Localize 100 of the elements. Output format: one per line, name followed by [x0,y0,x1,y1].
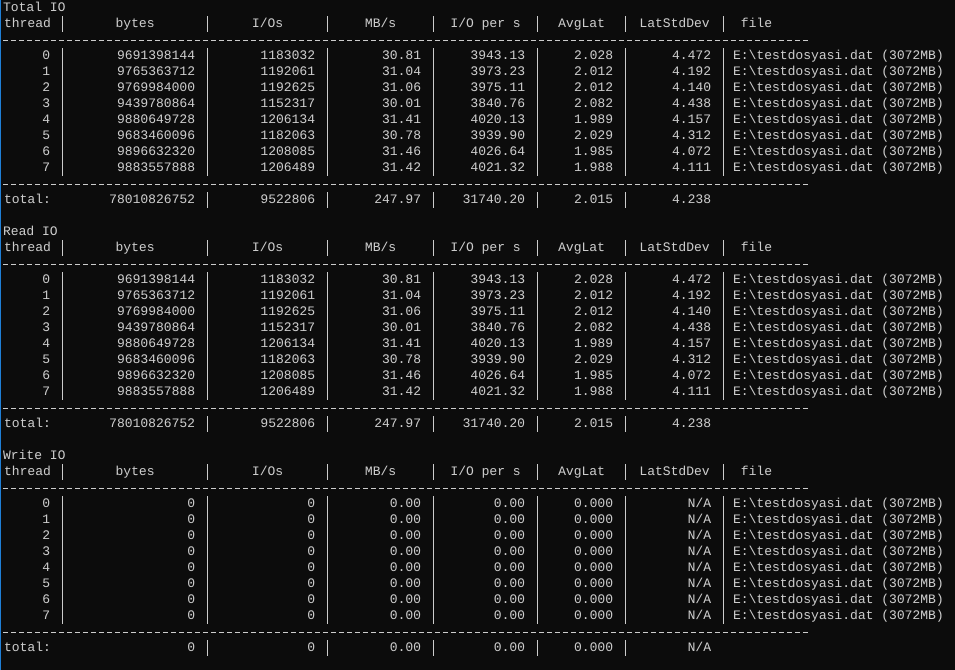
table-cell: 0 [207,512,327,528]
table-cell: E:\testdosyasi.dat (3072MB) [723,528,955,544]
table-cell: 2.012 [537,304,625,320]
table-cell: 1183032 [207,48,327,64]
column-header: I/Os [207,240,327,256]
table-cell: E:\testdosyasi.dat (3072MB) [723,160,955,176]
table-cell: 31.46 [327,144,433,160]
table-cell: 1183032 [207,272,327,288]
table-cell: 31.04 [327,288,433,304]
table-cell: E:\testdosyasi.dat (3072MB) [723,144,955,160]
column-header: MB/s [327,240,433,256]
table-cell-text: 2 [41,80,51,96]
total-cell: 4.238 [625,416,723,432]
table-cell: 30.81 [327,48,433,64]
table-cell: 2.082 [537,96,625,112]
table-cell: 2.012 [537,64,625,80]
table-cell: E:\testdosyasi.dat (3072MB) [723,80,955,96]
section-title: Total IO [3,0,66,16]
table-cell-text: 5 [41,128,51,144]
column-header: file [723,240,955,256]
table-cell: 1152317 [207,96,327,112]
column-header: I/O per s [433,464,537,480]
table-cell: 0 [62,608,207,624]
table-cell-text: 5 [41,352,51,368]
table-cell: 31.04 [327,64,433,80]
table-cell: 0 [62,544,207,560]
column-header: I/O per s [433,240,537,256]
column-header: bytes [62,464,207,480]
table-cell: 4021.32 [433,160,537,176]
table-cell: 0 [207,592,327,608]
table-cell: 4.111 [625,384,723,400]
total-cell: 0.000 [537,640,625,656]
table-cell: E:\testdosyasi.dat (3072MB) [723,576,955,592]
table-cell: 30.78 [327,128,433,144]
total-cell-text: 0 [186,640,196,656]
table-cell: 0 [207,496,327,512]
total-cell: 2.015 [537,192,625,208]
table-cell: 0.00 [327,496,433,512]
table-cell: 0.00 [327,512,433,528]
table-cell-text: 0 [41,272,51,288]
table-cell: 30.78 [327,352,433,368]
table-cell: E:\testdosyasi.dat (3072MB) [723,272,955,288]
table-cell: 4026.64 [433,368,537,384]
table-cell: 0.000 [537,544,625,560]
table-cell: 4.312 [625,352,723,368]
table-cell: 3939.90 [433,352,537,368]
table-cell-text: 0 [41,496,51,512]
total-cell: 0.00 [433,640,537,656]
table-cell: 0.00 [433,560,537,576]
table-cell: E:\testdosyasi.dat (3072MB) [723,112,955,128]
column-header: I/Os [207,464,327,480]
table-cell: 4.192 [625,288,723,304]
table-cell: 4.140 [625,304,723,320]
table-cell: 9439780864 [62,96,207,112]
table-cell: 2.028 [537,272,625,288]
table-cell: 1208085 [207,368,327,384]
table-cell: 0.00 [327,544,433,560]
table-cell-text: 6 [41,368,51,384]
section-title: Write IO [3,448,66,464]
table-cell: E:\testdosyasi.dat (3072MB) [723,128,955,144]
table-cell: 3975.11 [433,80,537,96]
table-cell: 1.988 [537,160,625,176]
table-cell: 4.438 [625,320,723,336]
column-header: thread [3,16,52,32]
table-cell: 9883557888 [62,384,207,400]
table-cell: 1182063 [207,352,327,368]
table-cell: 1.985 [537,368,625,384]
column-header: file [723,464,955,480]
table-cell: 0.000 [537,512,625,528]
table-cell: 0.00 [433,544,537,560]
table-cell: 9683460096 [62,128,207,144]
table-cell-text: 4 [41,336,51,352]
table-cell: 1.989 [537,112,625,128]
table-cell: 4.157 [625,112,723,128]
table-cell: 0.00 [433,496,537,512]
table-cell: E:\testdosyasi.dat (3072MB) [723,384,955,400]
table-cell: 9765363712 [62,64,207,80]
column-header: MB/s [327,16,433,32]
table-cell: 0.00 [433,592,537,608]
total-cell: 31740.20 [433,416,537,432]
section-title: Read IO [3,224,59,240]
table-cell: 0.000 [537,560,625,576]
table-cell: E:\testdosyasi.dat (3072MB) [723,592,955,608]
table-cell: E:\testdosyasi.dat (3072MB) [723,608,955,624]
table-cell: E:\testdosyasi.dat (3072MB) [723,48,955,64]
total-cell: 9522806 [207,416,327,432]
column-header: AvgLat [537,16,625,32]
table-cell-text: 5 [41,576,51,592]
table-cell: 31.06 [327,80,433,96]
table-cell: E:\testdosyasi.dat (3072MB) [723,544,955,560]
table-cell: E:\testdosyasi.dat (3072MB) [723,304,955,320]
table-cell: 1.989 [537,336,625,352]
column-header: LatStdDev [625,464,723,480]
table-cell: E:\testdosyasi.dat (3072MB) [723,336,955,352]
table-cell: 9683460096 [62,352,207,368]
table-cell-text: 0 [41,48,51,64]
table-cell-text: 1 [41,64,51,80]
column-header: file [723,16,955,32]
table-cell: 1.988 [537,384,625,400]
table-cell: 9880649728 [62,112,207,128]
